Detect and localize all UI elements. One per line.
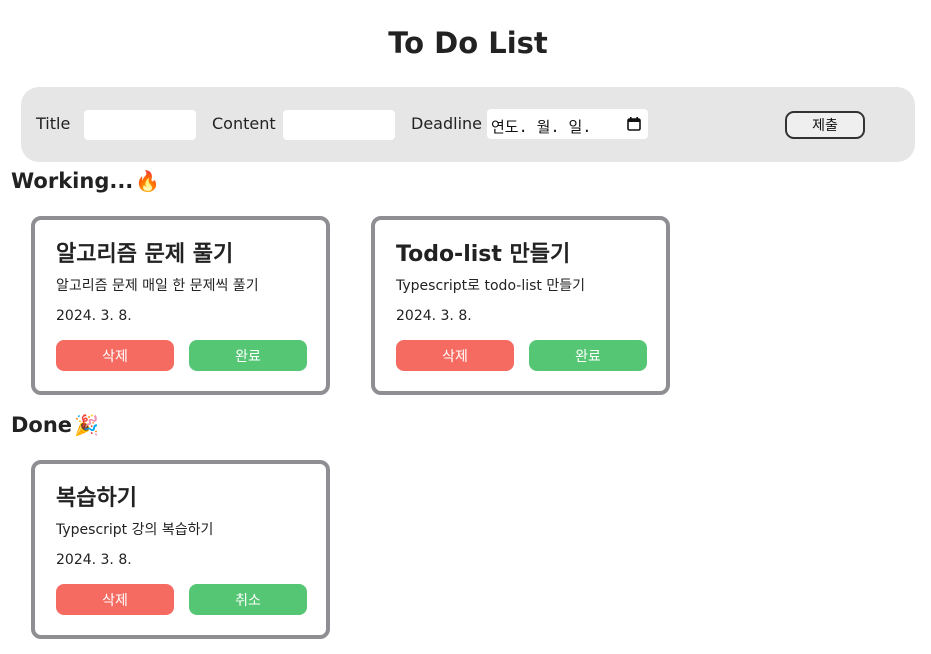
card-title: 알고리즘 문제 풀기 — [56, 242, 234, 267]
card-content: 알고리즘 문제 매일 한 문제씩 풀기 — [56, 278, 259, 294]
todo-card: 알고리즘 문제 풀기 알고리즘 문제 매일 한 문제씩 풀기 2024. 3. … — [31, 216, 330, 395]
deadline-label: Deadline — [411, 114, 482, 133]
delete-button[interactable]: 삭제 — [56, 340, 174, 371]
todo-card: Todo-list 만들기 Typescript로 todo-list 만들기 … — [371, 216, 670, 395]
delete-button[interactable]: 삭제 — [396, 340, 514, 371]
deadline-date-input[interactable]: 연도. 월. 일. — [487, 109, 648, 139]
complete-button[interactable]: 완료 — [529, 340, 647, 371]
todo-form: Title Content Deadline 연도. 월. 일. 제출 — [21, 87, 915, 162]
card-content: Typescript 강의 복습하기 — [56, 522, 214, 538]
fire-icon: 🔥 — [135, 169, 161, 193]
card-title: 복습하기 — [56, 486, 137, 511]
delete-button[interactable]: 삭제 — [56, 584, 174, 615]
working-section-title: Working... 🔥 — [11, 169, 160, 193]
title-label: Title — [36, 114, 71, 133]
page-title: To Do List — [388, 26, 548, 60]
submit-button[interactable]: 제출 — [785, 111, 865, 139]
calendar-icon[interactable] — [627, 117, 641, 131]
content-input[interactable] — [283, 110, 395, 140]
title-input[interactable] — [84, 110, 196, 140]
complete-button[interactable]: 완료 — [189, 340, 307, 371]
card-date: 2024. 3. 8. — [396, 308, 472, 324]
card-date: 2024. 3. 8. — [56, 552, 132, 568]
card-title: Todo-list 만들기 — [396, 242, 571, 267]
todo-card: 복습하기 Typescript 강의 복습하기 2024. 3. 8. 삭제 취… — [31, 460, 330, 639]
working-section-label: Working... — [11, 169, 134, 193]
deadline-placeholder: 연도. 월. 일. — [491, 118, 592, 136]
cancel-button[interactable]: 취소 — [189, 584, 307, 615]
party-popper-icon: 🎉 — [74, 413, 99, 437]
done-section-title: Done 🎉 — [11, 413, 99, 437]
card-date: 2024. 3. 8. — [56, 308, 132, 324]
done-section-label: Done — [11, 413, 73, 437]
card-content: Typescript로 todo-list 만들기 — [396, 278, 585, 294]
content-label: Content — [212, 114, 276, 133]
